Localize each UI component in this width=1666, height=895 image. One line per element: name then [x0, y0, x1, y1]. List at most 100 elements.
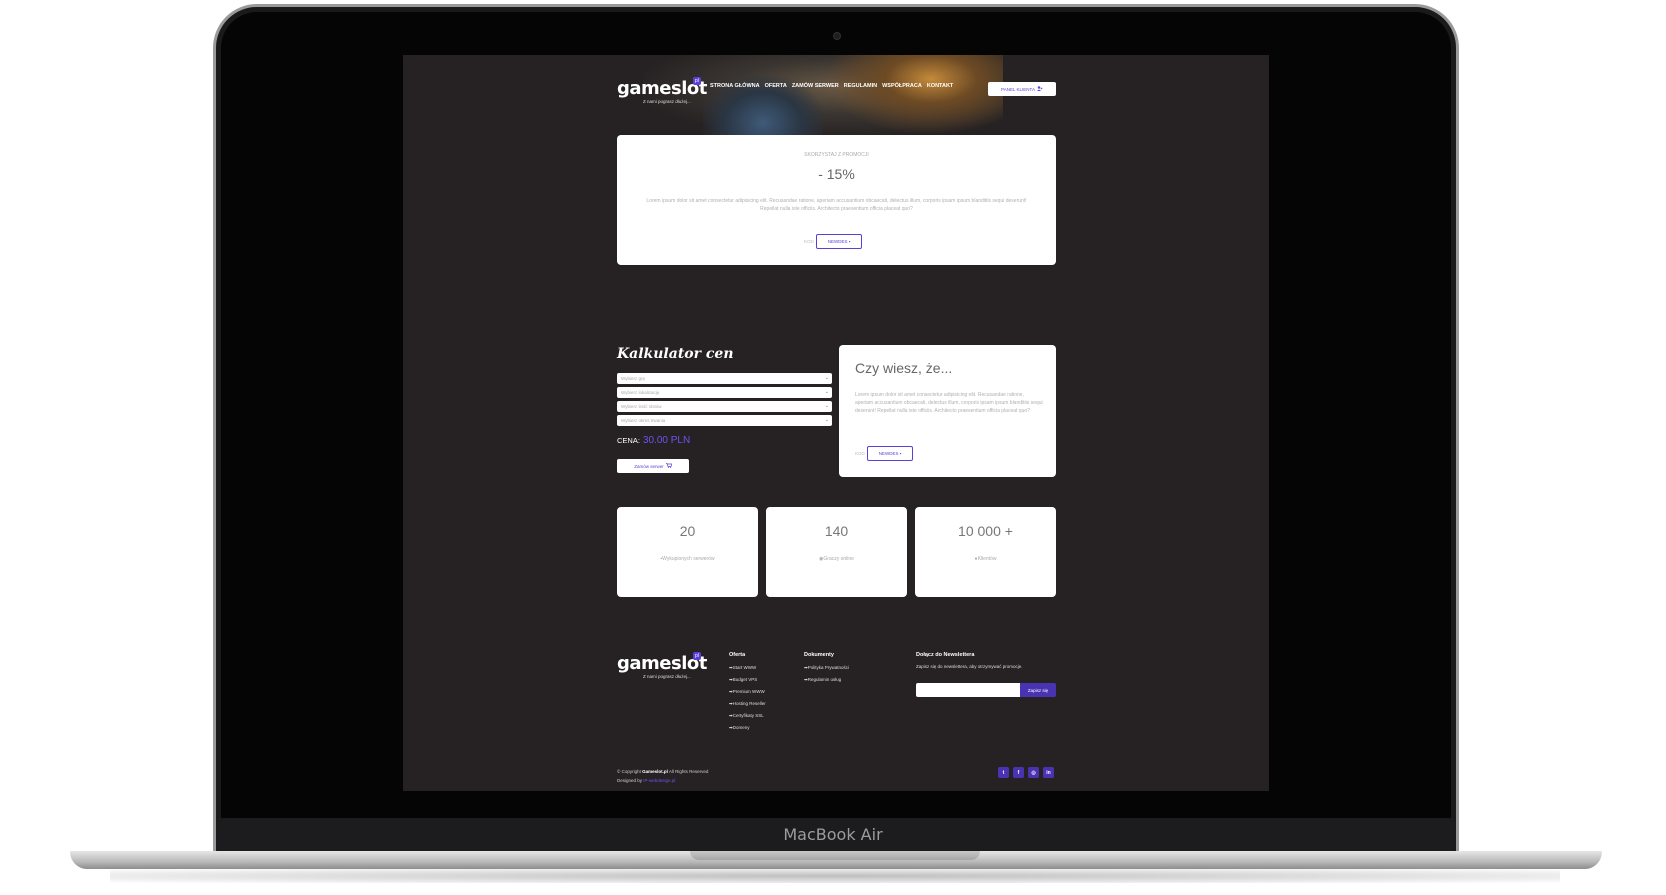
stat-card-players: 140 ◉Graczy online	[766, 507, 907, 597]
select-period[interactable]: Wybierz okres trwania ⌄	[617, 415, 832, 426]
price-row: CENA: 30.00 PLN	[617, 435, 690, 446]
select-game-value: Wybierz grę	[621, 376, 645, 381]
promo-code-value: NEWDES	[827, 239, 848, 244]
hero-banner	[403, 55, 1269, 135]
order-server-label: Zamów serwer	[634, 463, 664, 469]
social-links: t f ◎ in	[998, 767, 1054, 778]
nav-item-contact[interactable]: KONTAKT	[927, 83, 953, 89]
footer-link-domains[interactable]: ➡Domeny	[729, 725, 766, 731]
copyright-prefix: © Copyright	[617, 769, 641, 774]
newsletter-title: Dołącz do Newslettera	[916, 652, 975, 658]
designed-by-link[interactable]: IP-webdesign.pl	[643, 778, 675, 783]
price-label: CENA:	[617, 436, 640, 445]
logo-tagline: Z nami pograsz dłużej...	[643, 99, 691, 104]
client-panel-label: PANEL KLIENTA	[1001, 86, 1035, 92]
nav-item-home[interactable]: STRONA GŁÓWNA	[710, 83, 760, 89]
footer-logo[interactable]: gameslot pl Z nami pograsz dłużej...	[617, 652, 707, 679]
footer-link-budget-vps[interactable]: ➡Budget VPS	[729, 677, 766, 683]
designed-prefix: Designed by	[617, 778, 643, 783]
designed-by-line: Designed by IP-webdesign.pl	[617, 776, 708, 785]
stat-label: ●Klientów	[915, 556, 1056, 562]
site-logo[interactable]: gameslot pl Z nami pograsz dłużej...	[617, 77, 707, 104]
stat-label-text: Graczy online	[823, 556, 854, 562]
promo-card: SKORZYSTAJ Z PROMOCJI - 15% Lorem ipsum …	[617, 135, 1056, 265]
stat-label: ▪Wykupionych serwerów	[617, 556, 758, 562]
promo-label: SKORZYSTAJ Z PROMOCJI	[804, 152, 869, 158]
facebook-icon[interactable]: f	[1013, 767, 1024, 778]
promo-code-label: KOD	[804, 239, 814, 244]
select-slots[interactable]: Wybierz ilość slotów ⌄	[617, 401, 832, 412]
did-you-know-text: Lorem ipsum dolor sit amet consectetur a…	[855, 392, 1043, 414]
footer-link-premium-www[interactable]: ➡Premium WWW	[729, 689, 766, 695]
select-location[interactable]: Wybierz lokalizację ⌄	[617, 387, 832, 398]
copyright-brand: Gameslot.pl	[642, 769, 668, 774]
camera-icon	[833, 32, 841, 40]
cart-icon	[665, 463, 673, 469]
footer-offer-links: ➡Start WWW ➡Budget VPS ➡Premium WWW ➡Hos…	[729, 665, 766, 731]
footer-link-start-www[interactable]: ➡Start WWW	[729, 665, 766, 671]
website-screen: gameslot pl Z nami pograsz dłużej... STR…	[403, 55, 1269, 791]
copy-icon: ▪	[848, 239, 851, 244]
copyright-line: © Copyright Gameslot.pl All Rights Reser…	[617, 767, 708, 776]
twitter-icon[interactable]: t	[998, 767, 1009, 778]
nav-item-order[interactable]: ZAMÓW SERWER	[792, 83, 839, 89]
nav-item-terms[interactable]: REGULAMIN	[844, 83, 877, 89]
logo-badge: pl	[693, 77, 701, 85]
did-you-know-card: Czy wiesz, że... Lorem ipsum dolor sit a…	[839, 345, 1056, 477]
laptop-shadow	[110, 869, 1560, 883]
footer-link-ssl[interactable]: ➡Certyfikaty SSL	[729, 713, 766, 719]
stat-value: 140	[824, 523, 849, 539]
client-panel-button[interactable]: PANEL KLIENTA	[988, 82, 1056, 96]
stat-value: 20	[679, 523, 696, 539]
main-nav: STRONA GŁÓWNA OFERTA ZAMÓW SERWER REGULA…	[710, 83, 953, 89]
copyright-suffix: All Rights Reserved	[668, 769, 709, 774]
promo-value: - 15%	[818, 166, 855, 182]
promo-code-row: KOD NEWDES ▪	[804, 234, 863, 249]
newsletter-text: Zapisz się do newslettera, aby otrzymywa…	[916, 664, 1023, 669]
did-you-know-code-button[interactable]: NEWDES ▪	[866, 446, 914, 461]
footer-link-terms[interactable]: ➡Regulamin usług	[804, 677, 849, 683]
stat-value: 10 000 +	[958, 523, 1013, 539]
did-you-know-code-row: KOD NEWDES ▪	[855, 446, 914, 461]
did-you-know-title: Czy wiesz, że...	[855, 360, 953, 376]
copy-icon: ▪	[899, 451, 902, 456]
calculator-title: Kalkulator cen	[617, 346, 734, 362]
footer-link-privacy[interactable]: ➡Polityka Prywatności	[804, 665, 849, 671]
stat-label-text: Klientów	[977, 556, 997, 562]
footer-documents-links: ➡Polityka Prywatności ➡Regulamin usług	[804, 665, 849, 683]
footer-link-hosting-reseller[interactable]: ➡Hosting Reseller	[729, 701, 766, 707]
chevron-down-icon: ⌄	[824, 403, 829, 409]
nav-item-offer[interactable]: OFERTA	[765, 83, 787, 89]
did-you-know-code-value: NEWDES	[878, 451, 899, 456]
instagram-icon[interactable]: ◎	[1028, 767, 1039, 778]
order-server-button[interactable]: Zamów serwer	[617, 459, 689, 473]
footer-offer-title: Oferta	[729, 652, 746, 658]
footer-logo-badge: pl	[693, 652, 701, 660]
copyright: © Copyright Gameslot.pl All Rights Reser…	[617, 767, 708, 785]
device-brand: MacBook Air	[783, 825, 883, 844]
laptop-notch	[690, 851, 980, 860]
footer-documents-title: Dokumenty	[804, 652, 834, 658]
select-location-value: Wybierz lokalizację	[621, 390, 660, 395]
hero-weapon-image	[823, 55, 1003, 135]
stat-label-text: Wykupionych serwerów	[662, 556, 715, 562]
promo-code-button[interactable]: NEWDES ▪	[815, 234, 863, 249]
user-add-icon	[1036, 86, 1043, 92]
newsletter-subscribe-button[interactable]: Zapisz się	[1020, 683, 1056, 697]
nav-item-partnership[interactable]: WSPÓŁPRACA	[882, 83, 922, 89]
stat-label: ◉Graczy online	[766, 556, 907, 562]
footer-logo-tagline: Z nami pograsz dłużej...	[643, 674, 691, 679]
did-you-know-code-label: KOD	[855, 451, 865, 456]
price-value: 30.00 PLN	[642, 435, 691, 446]
chevron-down-icon: ⌄	[824, 389, 829, 395]
select-game[interactable]: Wybierz grę ⌄	[617, 373, 832, 384]
chevron-down-icon: ⌄	[824, 375, 829, 381]
select-slots-value: Wybierz ilość slotów	[621, 404, 662, 409]
linkedin-icon[interactable]: in	[1043, 767, 1054, 778]
select-period-value: Wybierz okres trwania	[621, 418, 666, 423]
newsletter-email-input[interactable]	[916, 683, 1020, 697]
stat-card-servers: 20 ▪Wykupionych serwerów	[617, 507, 758, 597]
chevron-down-icon: ⌄	[824, 417, 829, 423]
laptop-frame: MacBook Air gameslot pl Z nami pograsz d…	[0, 0, 1666, 895]
promo-text: Lorem ipsum dolor sit amet consectetur a…	[646, 198, 1027, 212]
